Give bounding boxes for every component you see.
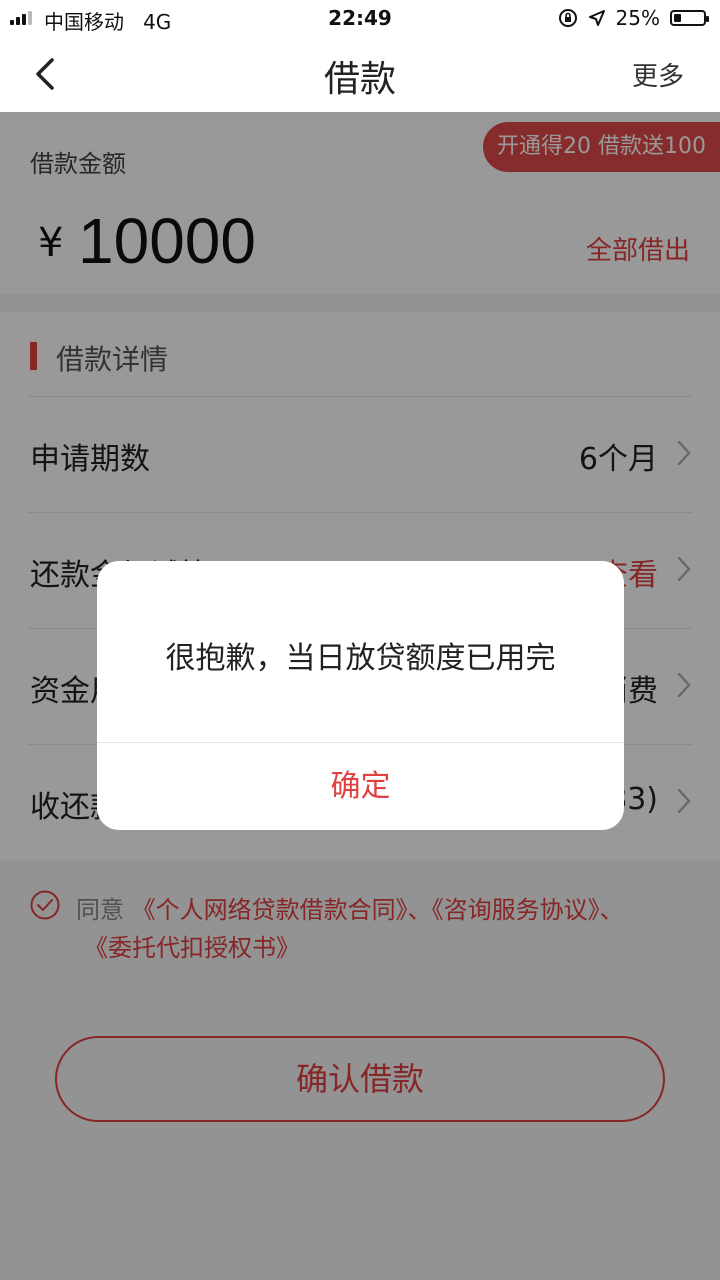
battery-fill bbox=[674, 14, 681, 22]
status-right: 25% bbox=[558, 6, 709, 30]
nav-bar: 借款 更多 bbox=[0, 36, 720, 112]
dialog-ok-button[interactable]: 确定 bbox=[97, 743, 624, 830]
location-arrow-icon bbox=[588, 10, 605, 26]
rotation-lock-icon bbox=[558, 9, 577, 27]
more-button[interactable]: 更多 bbox=[632, 56, 684, 93]
alert-dialog: 很抱歉，当日放贷额度已用完 确定 bbox=[97, 561, 624, 830]
battery-percent: 25% bbox=[615, 6, 660, 30]
page-title: 借款 bbox=[323, 59, 396, 100]
battery-icon bbox=[670, 10, 709, 26]
dialog-message: 很抱歉，当日放贷额度已用完 bbox=[165, 641, 556, 676]
status-bar: 中国移动 4G 22:49 25% bbox=[0, 0, 720, 36]
